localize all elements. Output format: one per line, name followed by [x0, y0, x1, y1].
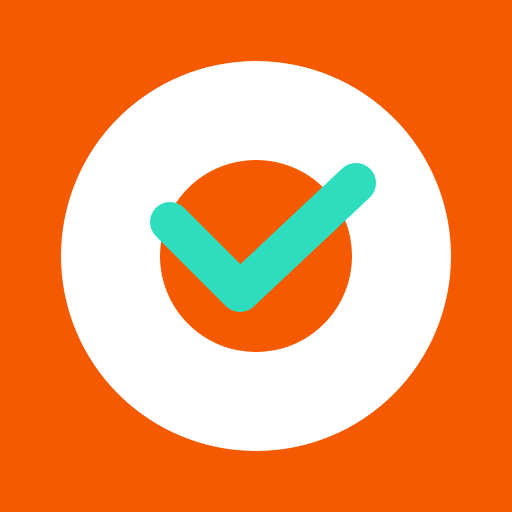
app-icon-graphic [0, 0, 512, 512]
app-icon [0, 0, 512, 512]
